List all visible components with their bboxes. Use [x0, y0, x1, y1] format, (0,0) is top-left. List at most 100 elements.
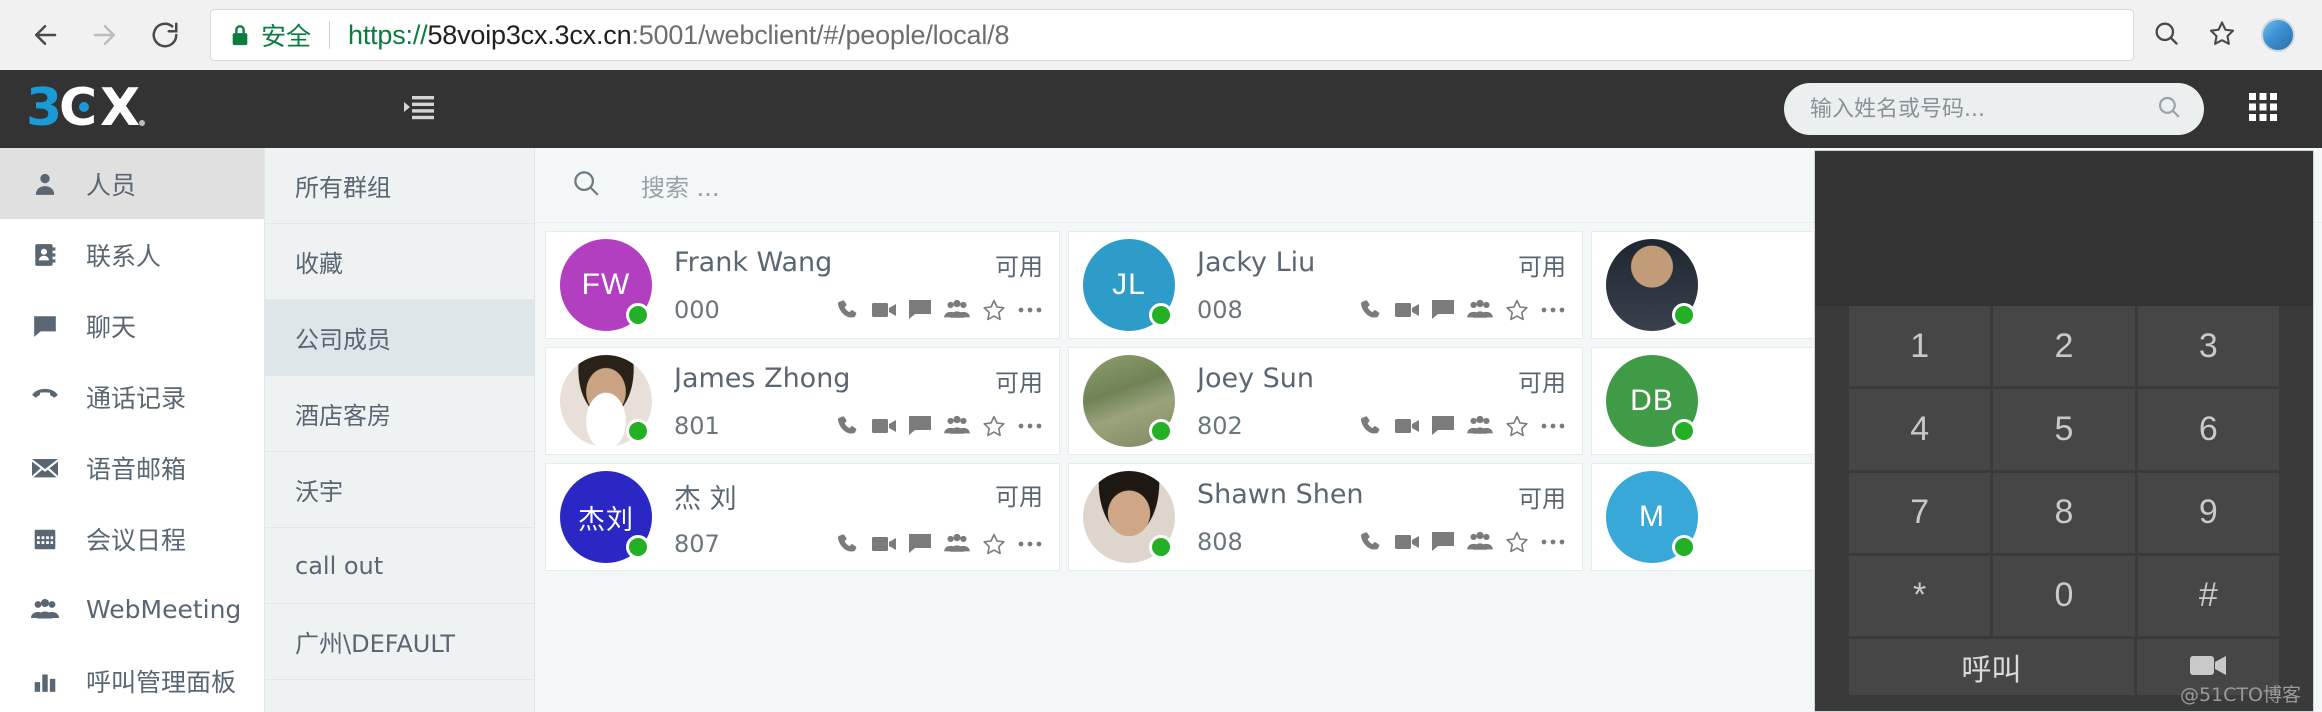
zoom-search-button[interactable]: [2140, 9, 2192, 61]
people-group-icon[interactable]: [943, 415, 971, 437]
more-options-icon[interactable]: [1017, 305, 1043, 315]
group-item-woyu[interactable]: 沃宇: [265, 452, 534, 528]
people-group-icon[interactable]: [1466, 299, 1494, 321]
avatar: [560, 355, 652, 447]
group-item-call-out[interactable]: call out: [265, 528, 534, 604]
sidebar-item-call-panel[interactable]: 呼叫管理面板: [0, 645, 264, 712]
people-group-icon[interactable]: [1466, 415, 1494, 437]
more-options-icon[interactable]: [1540, 537, 1566, 547]
global-search[interactable]: [1784, 83, 2204, 135]
group-item-guangzhou-default[interactable]: 广州\DEFAULT: [265, 604, 534, 680]
dialpad-key-1[interactable]: 1: [1849, 306, 1991, 387]
dialpad-panel[interactable]: 1 2 3 4 5 6 7 8 9 * 0 # 呼叫 @51CTO博客: [1814, 150, 2314, 712]
people-group-icon[interactable]: [1466, 531, 1494, 553]
dialpad-key-2[interactable]: 2: [1993, 306, 2135, 387]
apps-grid-button[interactable]: [2218, 70, 2308, 148]
sidebar-item-contacts[interactable]: 联系人: [0, 219, 264, 290]
sidebar-item-chat[interactable]: 聊天: [0, 290, 264, 361]
contact-card[interactable]: James Zhong 可用 801: [545, 347, 1060, 455]
chat-bubble-icon[interactable]: [908, 533, 932, 555]
call-button[interactable]: 呼叫: [1849, 639, 2134, 695]
group-item-favorites[interactable]: 收藏: [265, 224, 534, 300]
dialpad-key-star[interactable]: *: [1849, 555, 1991, 636]
group-item-hotel-rooms[interactable]: 酒店客房: [265, 376, 534, 452]
presence-dot-icon: [1672, 303, 1696, 327]
calendar-icon: [30, 526, 60, 552]
dialpad-key-7[interactable]: 7: [1849, 472, 1991, 553]
reload-button[interactable]: [138, 8, 192, 62]
sidebar-item-call-history[interactable]: 通话记录: [0, 361, 264, 432]
contact-card[interactable]: FW Frank Wang 可用 000: [545, 231, 1060, 339]
sidebar-item-voicemail[interactable]: 语音邮箱: [0, 432, 264, 503]
star-icon[interactable]: [1505, 530, 1529, 554]
dialpad-display[interactable]: [1815, 151, 2313, 306]
back-button[interactable]: [18, 8, 72, 62]
group-item-company[interactable]: 公司成员: [265, 300, 534, 376]
group-label: 沃宇: [295, 478, 343, 506]
video-camera-icon[interactable]: [1394, 416, 1420, 436]
phone-icon[interactable]: [1359, 414, 1383, 438]
bookmark-button[interactable]: [2196, 9, 2248, 61]
dialpad-key-4[interactable]: 4: [1849, 389, 1991, 470]
avatar: M: [1606, 471, 1698, 563]
people-group-icon[interactable]: [943, 299, 971, 321]
contact-name: Shawn Shen: [1197, 478, 1364, 510]
forward-arrow-icon: [90, 20, 120, 50]
video-camera-icon[interactable]: [871, 416, 897, 436]
more-options-icon[interactable]: [1017, 539, 1043, 549]
profile-button[interactable]: [2252, 9, 2304, 61]
more-options-icon[interactable]: [1017, 421, 1043, 431]
chat-bubble-icon[interactable]: [1431, 415, 1455, 437]
star-icon[interactable]: [1505, 298, 1529, 322]
star-icon[interactable]: [982, 298, 1006, 322]
contact-actions: [836, 532, 1043, 556]
chat-bubble-icon[interactable]: [908, 415, 932, 437]
phone-icon[interactable]: [836, 414, 860, 438]
group-label: 广州\DEFAULT: [295, 630, 456, 658]
sidebar-item-meeting-schedule[interactable]: 会议日程: [0, 503, 264, 574]
envelope-icon: [30, 455, 60, 481]
phone-icon: [30, 383, 60, 411]
sidebar-item-webmeeting[interactable]: WebMeeting: [0, 574, 264, 645]
people-group-icon[interactable]: [943, 533, 971, 555]
dialpad-key-0[interactable]: 0: [1993, 555, 2135, 636]
star-icon[interactable]: [982, 532, 1006, 556]
phone-icon[interactable]: [836, 532, 860, 556]
contact-card[interactable]: Shawn Shen 可用 808: [1068, 463, 1583, 571]
phone-icon[interactable]: [836, 298, 860, 322]
address-bar[interactable]: 安全 https://58voip3cx.3cx.cn:5001/webclie…: [210, 9, 2134, 61]
avatar: [1606, 239, 1698, 331]
forward-button[interactable]: [78, 8, 132, 62]
collapse-sidebar-button[interactable]: [375, 70, 465, 148]
app-logo[interactable]: 3 C X: [0, 80, 265, 138]
more-options-icon[interactable]: [1540, 305, 1566, 315]
star-icon[interactable]: [982, 414, 1006, 438]
sidebar-item-label: 通话记录: [86, 383, 187, 413]
search-input[interactable]: [1810, 96, 2156, 122]
avatar: [1083, 355, 1175, 447]
chat-bubble-icon[interactable]: [1431, 299, 1455, 321]
more-options-icon[interactable]: [1540, 421, 1566, 431]
contact-card[interactable]: Joey Sun 可用 802: [1068, 347, 1583, 455]
dialpad-key-9[interactable]: 9: [2137, 472, 2279, 553]
phone-icon[interactable]: [1359, 530, 1383, 554]
dialpad-key-hash[interactable]: #: [2137, 555, 2279, 636]
sidebar-item-people[interactable]: 人员: [0, 148, 264, 219]
video-camera-icon[interactable]: [871, 534, 897, 554]
video-camera-icon[interactable]: [1394, 532, 1420, 552]
dialpad-key-8[interactable]: 8: [1993, 472, 2135, 553]
video-camera-icon[interactable]: [1394, 300, 1420, 320]
chat-bubble-icon[interactable]: [1431, 531, 1455, 553]
contact-card[interactable]: JL Jacky Liu 可用 008: [1068, 231, 1583, 339]
dialpad-key-6[interactable]: 6: [2137, 389, 2279, 470]
video-camera-icon[interactable]: [871, 300, 897, 320]
dialpad-key-3[interactable]: 3: [2137, 306, 2279, 387]
contact-info: Frank Wang 可用 000: [652, 247, 1043, 324]
presence-dot-icon: [1672, 535, 1696, 559]
phone-icon[interactable]: [1359, 298, 1383, 322]
contact-card[interactable]: 杰刘 杰 刘 可用 807: [545, 463, 1060, 571]
group-item-all[interactable]: 所有群组: [265, 148, 534, 224]
chat-bubble-icon[interactable]: [908, 299, 932, 321]
dialpad-key-5[interactable]: 5: [1993, 389, 2135, 470]
star-icon[interactable]: [1505, 414, 1529, 438]
